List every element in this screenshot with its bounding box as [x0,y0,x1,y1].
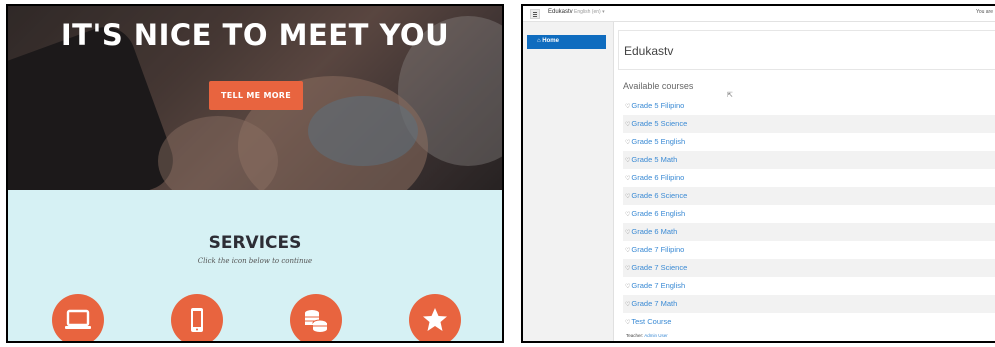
course-icon: ♡ [625,284,631,290]
tablet-service-button[interactable] [171,294,223,341]
course-link[interactable]: ♡Grade 6 Filipino [623,169,995,187]
lms-page-screenshot: Edukastv English (en) ▾ You are ⌂ Home E… [521,4,995,343]
services-title: SERVICES [208,233,302,253]
tablet-icon [191,308,203,332]
course-link[interactable]: ♡Grade 5 Science [623,115,995,133]
course-link[interactable]: ♡Grade 7 Math [623,295,995,313]
star-icon [423,308,447,331]
page-title: Edukastv [624,44,674,58]
laptop-icon [65,309,91,329]
services-section: SERVICES Click the icon below to continu… [8,190,502,341]
hamburger-menu-icon[interactable] [530,9,540,19]
course-icon: ♡ [625,230,631,236]
sidebar: ⌂ Home [523,22,614,341]
course-icon: ♡ [625,194,631,200]
tell-me-more-button[interactable]: TELL ME MORE [209,81,303,110]
page-header: Edukastv [618,30,995,70]
course-link[interactable]: ♡Test Course [623,313,995,331]
course-icon: ♡ [625,176,631,182]
course-icon: ♡ [625,122,631,128]
course-icon: ♡ [625,104,631,110]
sidebar-item-home[interactable]: ⌂ Home [527,35,606,49]
course-link[interactable]: ♡Grade 7 Filipino [623,241,995,259]
course-link[interactable]: ♡Grade 5 Filipino [623,97,995,115]
course-link[interactable]: ♡Grade 6 Math [623,223,995,241]
available-courses-heading: Available courses [623,81,694,91]
course-icon: ♡ [625,302,631,308]
course-link[interactable]: ♡Grade 6 English [623,205,995,223]
course-link[interactable]: ♡Grade 5 Math [623,151,995,169]
course-icon: ♡ [625,212,631,218]
language-selector[interactable]: English (en) ▾ [574,9,605,15]
course-icon: ♡ [625,248,631,254]
course-icon: ♡ [625,266,631,272]
hero-section: IT'S NICE TO MEET YOU TELL ME MORE [8,6,502,190]
site-brand[interactable]: Edukastv [548,9,573,15]
coins-icon [305,310,328,332]
course-teacher: Teacher: Admin User [626,333,668,338]
sidebar-item-label: Home [542,38,559,44]
coins-service-button[interactable] [290,294,342,341]
teacher-name-link[interactable]: Admin User [644,333,668,338]
course-link[interactable]: ♡Grade 7 English [623,277,995,295]
teacher-label: Teacher: [626,333,644,338]
login-info: You are [975,9,993,15]
star-service-button[interactable] [409,294,461,341]
laptop-service-button[interactable] [52,294,104,341]
landing-page-screenshot: IT'S NICE TO MEET YOU TELL ME MORE SERVI… [6,4,504,343]
hero-title: IT'S NICE TO MEET YOU [60,18,450,52]
course-icon: ♡ [625,140,631,146]
course-link[interactable]: ♡Grade 7 Science [623,259,995,277]
course-link[interactable]: ♡Grade 6 Science [623,187,995,205]
services-subtitle: Click the icon below to continue [197,257,313,265]
course-link[interactable]: ♡Grade 5 English [623,133,995,151]
course-icon: ♡ [625,320,631,326]
top-navbar: Edukastv English (en) ▾ You are [523,6,995,22]
course-icon: ♡ [625,158,631,164]
